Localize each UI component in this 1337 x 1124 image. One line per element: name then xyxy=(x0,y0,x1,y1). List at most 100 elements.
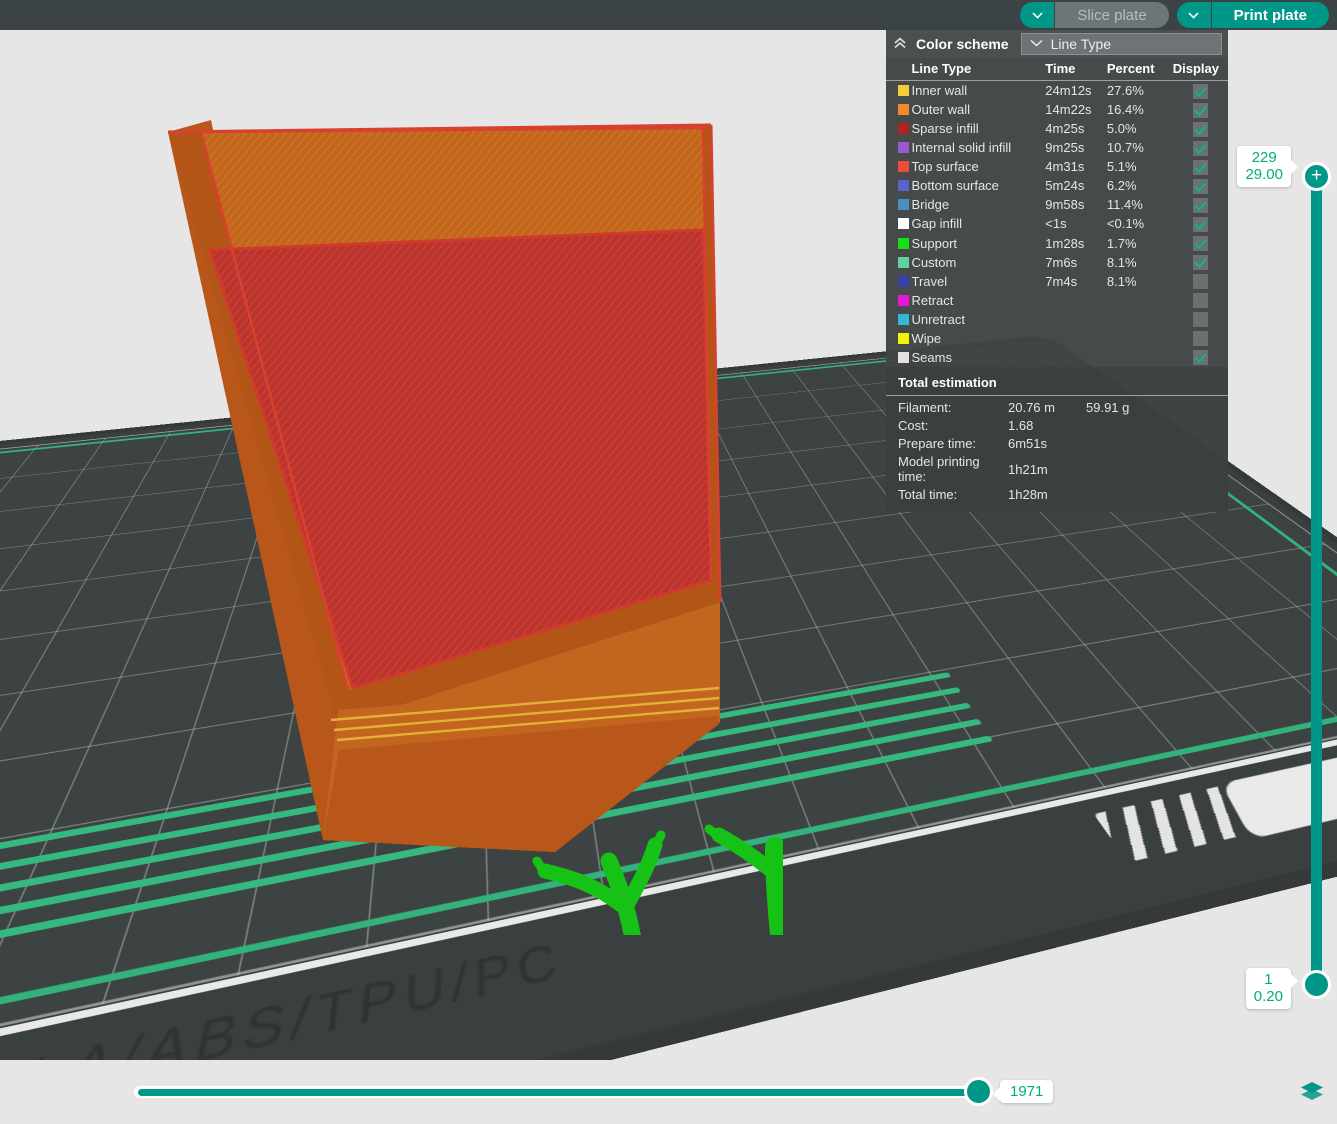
line-type-name: Internal solid infill xyxy=(911,140,1012,156)
layer-slider[interactable]: 229 29.00 + 1 0.20 xyxy=(1237,146,1331,1009)
color-swatch xyxy=(898,351,909,363)
display-checkbox[interactable] xyxy=(1192,178,1208,194)
line-type-display-cell xyxy=(1173,234,1228,253)
display-checkbox[interactable] xyxy=(1192,217,1208,232)
estimation-key: Cost: xyxy=(898,418,929,434)
print-plate-split-button[interactable]: Print plate xyxy=(1176,2,1329,28)
color-swatch xyxy=(898,161,909,173)
estimation-rows: Filament: 20.76 m 59.91 g Cost: 1.68 Prepare … xyxy=(886,399,1228,504)
line-type-swatch-cell xyxy=(886,272,911,291)
display-checkbox[interactable] xyxy=(1192,350,1208,366)
estimation-value: 20.76 m xyxy=(1008,400,1055,416)
estimation-extra xyxy=(1086,435,1228,453)
layer-slider-bottom-layer: 1 xyxy=(1264,971,1273,988)
line-type-percent xyxy=(1107,329,1173,348)
header-display: Display xyxy=(1172,58,1228,81)
display-checkbox[interactable] xyxy=(1192,102,1208,118)
header-spacer xyxy=(886,58,912,81)
estimation-row: Filament: 20.76 m 59.91 g xyxy=(886,399,1228,417)
line-type-percent: 16.4% xyxy=(1106,102,1144,118)
line-type-rows: Inner wall 24m12s 27.6% Outer wall 14m22s 16.… xyxy=(886,81,1228,367)
line-type-percent: 8.1% xyxy=(1106,254,1137,270)
line-type-time: 24m12s xyxy=(1045,83,1092,99)
line-type-time: 9m25s xyxy=(1045,140,1085,156)
line-type-display-cell xyxy=(1173,348,1228,367)
line-type-display-cell xyxy=(1173,253,1228,272)
color-swatch xyxy=(898,104,909,116)
print-plate-button[interactable]: Print plate xyxy=(1211,2,1329,28)
line-type-time: 7m6s xyxy=(1045,254,1078,270)
line-type-name: Unretract xyxy=(911,311,965,327)
estimation-extra xyxy=(1086,486,1228,504)
line-type-display-cell xyxy=(1173,81,1228,101)
header-line-type: Line Type xyxy=(911,58,1046,81)
layers-toggle-button[interactable] xyxy=(1297,1076,1327,1106)
line-type-percent: 6.2% xyxy=(1106,178,1137,194)
line-type-swatch-cell xyxy=(886,138,911,157)
line-type-percent: 1.7% xyxy=(1106,235,1137,251)
estimation-table: Filament: 20.76 m 59.91 g Cost: 1.68 Prepare … xyxy=(886,399,1228,504)
color-swatch xyxy=(898,294,909,306)
estimation-extra xyxy=(1086,417,1228,435)
estimation-row: Total time: 1h28m xyxy=(886,486,1228,504)
estimation-value: 1.68 xyxy=(1008,418,1034,434)
line-type-swatch-cell xyxy=(886,81,911,101)
line-type-percent: 27.6% xyxy=(1106,83,1144,99)
display-checkbox[interactable] xyxy=(1192,83,1208,99)
display-checkbox[interactable] xyxy=(1192,159,1208,175)
estimation-extra xyxy=(1086,453,1228,486)
color-scheme-panel: Color scheme Line Type Line Type Time Pe… xyxy=(886,30,1228,512)
print-plate-dropdown-arrow[interactable] xyxy=(1176,2,1211,28)
layer-slider-bottom-handle[interactable] xyxy=(1302,970,1331,999)
line-type-swatch-cell xyxy=(886,348,911,367)
line-type-percent xyxy=(1107,310,1173,329)
line-type-percent: 5.1% xyxy=(1106,159,1137,175)
slice-plate-dropdown-arrow[interactable] xyxy=(1020,2,1055,28)
line-type-row: Gap infill <1s <0.1% xyxy=(886,214,1228,233)
color-swatch xyxy=(898,332,909,344)
line-type-row: Sparse infill 4m25s 5.0% xyxy=(886,119,1228,138)
display-checkbox[interactable] xyxy=(1192,121,1208,137)
color-scheme-select[interactable]: Line Type xyxy=(1020,33,1222,55)
estimation-value: 1h21m xyxy=(1008,461,1048,477)
line-type-name: Inner wall xyxy=(911,83,968,99)
move-slider-handle[interactable] xyxy=(964,1077,993,1106)
tree-support-geometry xyxy=(532,824,783,935)
slice-plate-split-button[interactable]: Slice plate xyxy=(1020,2,1169,28)
color-swatch xyxy=(898,218,909,230)
slicer-preview-window: PLA/ABS/TPU/PC Slice plate Print plate C… xyxy=(0,0,1337,1124)
display-checkbox[interactable] xyxy=(1192,236,1208,252)
layer-slider-top-tooltip: 229 29.00 xyxy=(1237,146,1298,187)
color-scheme-header: Color scheme Line Type xyxy=(886,30,1228,58)
layer-slider-bottom-tooltip: 1 0.20 xyxy=(1245,968,1299,1009)
line-type-swatch-cell xyxy=(886,157,911,176)
color-swatch xyxy=(898,180,909,192)
layer-slider-top-handle[interactable]: + xyxy=(1302,162,1331,191)
display-checkbox[interactable] xyxy=(1192,197,1208,213)
slice-plate-button[interactable]: Slice plate xyxy=(1055,2,1169,28)
line-type-time xyxy=(1045,291,1107,310)
line-type-time xyxy=(1045,348,1107,367)
line-type-percent xyxy=(1107,348,1173,367)
line-type-swatch-cell xyxy=(886,176,911,195)
line-type-row: Unretract xyxy=(886,310,1228,329)
line-type-time: 14m22s xyxy=(1045,102,1092,118)
line-type-row: Custom 7m6s 8.1% xyxy=(886,253,1228,272)
display-checkbox[interactable] xyxy=(1192,140,1208,156)
chevron-down-icon xyxy=(1188,11,1199,19)
layer-slider-bottom-height: 0.20 xyxy=(1253,988,1283,1006)
header-percent: Percent xyxy=(1106,58,1173,81)
display-checkbox[interactable] xyxy=(1192,255,1208,271)
estimation-value: 1h28m xyxy=(1008,487,1048,503)
display-checkbox[interactable] xyxy=(1192,274,1208,290)
line-type-display-cell xyxy=(1173,291,1228,310)
header-time: Time xyxy=(1045,58,1107,81)
chevron-up-icon[interactable] xyxy=(892,37,908,51)
sliced-model[interactable] xyxy=(163,110,783,935)
line-type-swatch-cell xyxy=(886,100,911,119)
display-checkbox[interactable] xyxy=(1192,331,1208,347)
display-checkbox[interactable] xyxy=(1192,312,1208,328)
display-checkbox[interactable] xyxy=(1192,293,1208,309)
line-type-name: Travel xyxy=(911,273,948,289)
line-type-display-cell xyxy=(1173,310,1228,329)
